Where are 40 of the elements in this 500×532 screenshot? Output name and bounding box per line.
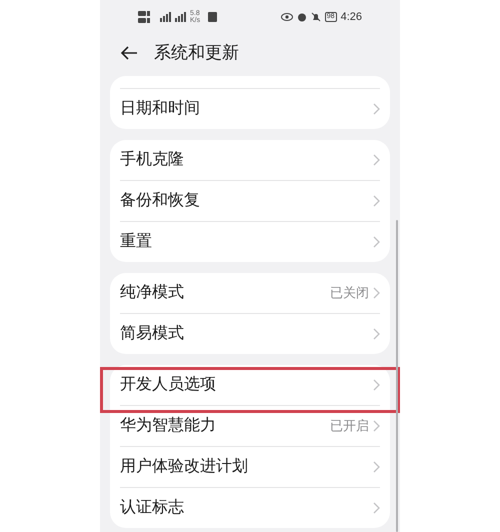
alarm-icon xyxy=(296,12,307,22)
item-label: 认证标志 xyxy=(120,500,184,516)
item-label: 日期和时间 xyxy=(120,101,200,117)
settings-item[interactable]: 手机克隆 xyxy=(110,140,390,180)
settings-item[interactable]: 认证标志 xyxy=(110,488,390,528)
sim-icon xyxy=(138,10,152,24)
item-label: 用户体验改进计划 xyxy=(120,459,248,475)
settings-item[interactable]: 用户体验改进计划 xyxy=(110,447,390,487)
chevron-right-icon xyxy=(373,287,380,299)
chevron-right-icon xyxy=(373,328,380,340)
chevron-right-icon xyxy=(373,154,380,166)
chevron-right-icon xyxy=(373,379,380,391)
item-label: 开发人员选项 xyxy=(120,377,216,393)
chevron-right-icon xyxy=(373,103,380,115)
chevron-right-icon xyxy=(373,502,380,514)
item-value: 已开启 xyxy=(330,417,369,436)
chevron-right-icon xyxy=(373,420,380,432)
chevron-right-icon xyxy=(373,236,380,248)
settings-item[interactable]: 重置 xyxy=(110,222,390,262)
status-time: 4:26 xyxy=(340,10,362,25)
chevron-right-icon xyxy=(373,195,380,207)
settings-item[interactable]: 开发人员选项 xyxy=(110,365,390,405)
item-value: 已关闭 xyxy=(330,284,369,302)
page-title: 系统和更新 xyxy=(154,42,239,64)
settings-item[interactable]: 简易模式 xyxy=(110,314,390,354)
settings-item[interactable]: 纯净模式 已关闭 xyxy=(110,273,390,313)
settings-item[interactable]: 备份和恢复 xyxy=(110,181,390,221)
item-label: 重置 xyxy=(120,234,152,250)
notification-icon xyxy=(208,12,218,22)
settings-item[interactable]: 日期和时间 xyxy=(110,89,390,129)
settings-item[interactable]: 华为智慧能力 已开启 xyxy=(110,406,390,446)
eye-icon xyxy=(280,13,293,21)
item-label: 纯净模式 xyxy=(120,285,184,301)
back-icon[interactable] xyxy=(120,46,138,60)
item-label: 备份和恢复 xyxy=(120,193,200,209)
chevron-right-icon xyxy=(373,461,380,473)
mute-icon xyxy=(310,12,321,22)
item-label: 手机克隆 xyxy=(120,152,184,168)
item-label: 简易模式 xyxy=(120,326,184,342)
item-label: 华为智慧能力 xyxy=(120,418,216,434)
